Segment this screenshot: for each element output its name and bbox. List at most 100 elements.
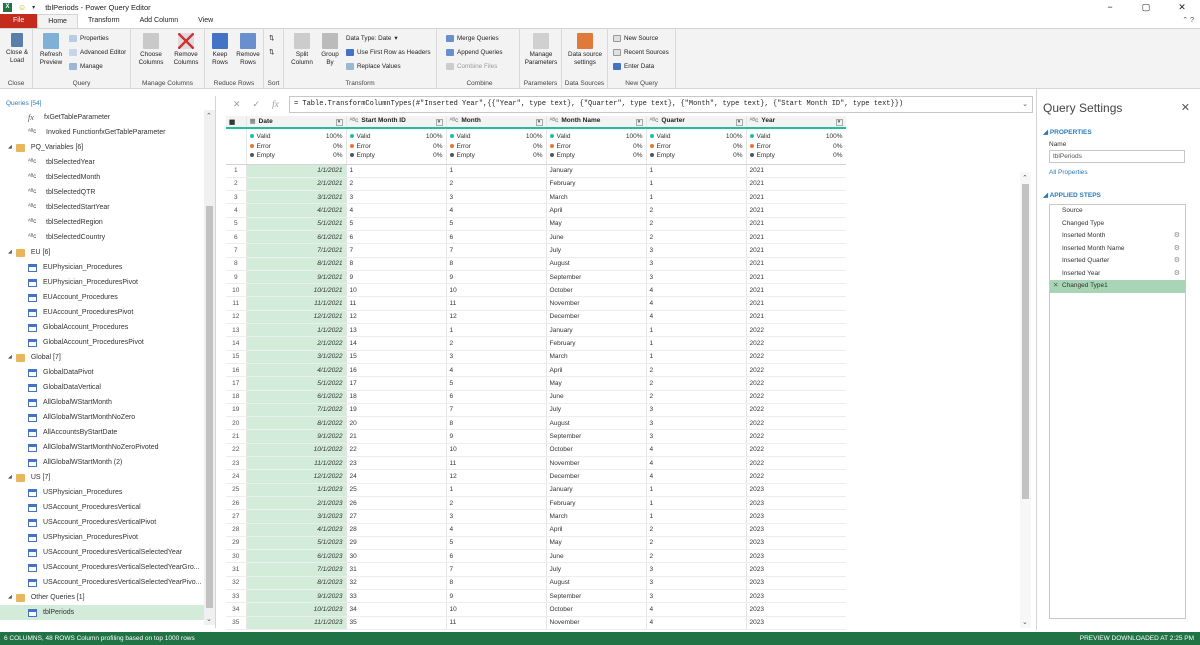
table-cell[interactable]: 9: [446, 429, 547, 444]
query-item[interactable]: USAccount_ProceduresVerticalSelectedYear: [0, 545, 204, 560]
row-number[interactable]: 17: [226, 376, 247, 391]
table-cell[interactable]: July: [546, 243, 647, 258]
table-cell[interactable]: 3: [646, 243, 747, 258]
table-cell[interactable]: 2022: [746, 429, 846, 444]
column-quality-cell[interactable]: Valid 100% Error 0% Empty 0%: [746, 128, 846, 165]
refresh-preview-button[interactable]: Refresh Preview: [37, 33, 65, 67]
table-cell[interactable]: October: [546, 283, 647, 298]
table-cell[interactable]: 20: [346, 416, 447, 431]
table-row[interactable]: 27 3/1/2023 27 3 March 1 2023: [226, 509, 846, 524]
table-cell[interactable]: 3: [346, 190, 447, 205]
table-cell[interactable]: 10: [446, 602, 547, 617]
table-cell[interactable]: March: [546, 190, 647, 205]
table-cell[interactable]: 24: [346, 469, 447, 484]
row-number[interactable]: 26: [226, 496, 247, 511]
table-cell[interactable]: 9: [346, 270, 447, 285]
split-column-button[interactable]: Split Column: [287, 33, 317, 67]
column-filter-dropdown-icon[interactable]: ▾: [435, 119, 443, 126]
table-row[interactable]: 10 10/1/2021 10 10 October 4 2021: [226, 283, 846, 298]
table-cell[interactable]: 2: [646, 363, 747, 378]
table-cell[interactable]: 2: [646, 217, 747, 231]
table-cell[interactable]: 1: [646, 190, 747, 205]
table-cell[interactable]: December: [546, 469, 647, 484]
advanced-editor-button[interactable]: Advanced Editor: [69, 49, 126, 56]
table-cell[interactable]: 2022: [746, 469, 846, 484]
table-cell[interactable]: 12/1/2022: [246, 469, 347, 484]
table-cell[interactable]: 11: [446, 616, 547, 630]
table-cell[interactable]: July: [546, 403, 647, 418]
table-cell[interactable]: 34: [346, 602, 447, 617]
column-header[interactable]: ▦ Date ▾: [246, 116, 347, 129]
table-cell[interactable]: 2021: [746, 217, 846, 231]
row-number[interactable]: 18: [226, 390, 247, 404]
table-cell[interactable]: September: [546, 270, 647, 285]
table-cell[interactable]: 3: [446, 190, 547, 205]
table-cell[interactable]: November: [546, 456, 647, 471]
remove-columns-button[interactable]: Remove Columns: [169, 33, 203, 67]
smiley-icon[interactable]: ☺: [18, 3, 26, 12]
table-cell[interactable]: 4/1/2022: [246, 363, 347, 378]
row-number[interactable]: 10: [226, 283, 247, 298]
table-cell[interactable]: April: [546, 203, 647, 218]
table-cell[interactable]: 3/1/2022: [246, 350, 347, 364]
table-cell[interactable]: 9/1/2022: [246, 429, 347, 444]
table-cell[interactable]: 7: [446, 562, 547, 577]
table-cell[interactable]: 8: [446, 416, 547, 431]
table-cell[interactable]: 2/1/2022: [246, 336, 347, 351]
grid-scroll-up-icon[interactable]: ⌃: [1022, 174, 1028, 182]
data-source-settings-button[interactable]: Data source settings: [565, 33, 605, 67]
table-cell[interactable]: 7: [446, 403, 547, 418]
table-cell[interactable]: 28: [346, 523, 447, 537]
table-cell[interactable]: 2: [646, 203, 747, 218]
column-type-icon[interactable]: ▦: [250, 118, 256, 125]
table-cell[interactable]: 3: [646, 562, 747, 577]
table-cell[interactable]: 4: [646, 456, 747, 471]
table-cell[interactable]: February: [546, 177, 647, 192]
table-row[interactable]: 4 4/1/2021 4 4 April 2 2021: [226, 203, 846, 218]
grid-scroll-thumb[interactable]: [1022, 184, 1029, 499]
tab-view[interactable]: View: [188, 14, 223, 28]
table-row[interactable]: 3 3/1/2021 3 3 March 1 2021: [226, 190, 846, 205]
table-cell[interactable]: 2022: [746, 403, 846, 418]
query-item[interactable]: USPhysician_ProceduresPivot: [0, 530, 204, 545]
row-number[interactable]: 25: [226, 483, 247, 497]
table-cell[interactable]: 10: [346, 283, 447, 298]
manage-parameters-button[interactable]: Manage Parameters: [523, 33, 559, 67]
table-cell[interactable]: June: [546, 390, 647, 404]
table-cell[interactable]: 6/1/2022: [246, 390, 347, 404]
table-cell[interactable]: March: [546, 350, 647, 364]
row-number[interactable]: 32: [226, 576, 247, 591]
query-item[interactable]: USPhysician_Procedures: [0, 485, 204, 500]
table-cell[interactable]: 1: [646, 177, 747, 192]
applied-step[interactable]: Changed Type: [1050, 218, 1185, 231]
table-cell[interactable]: 11/1/2021: [246, 296, 347, 311]
table-cell[interactable]: 14: [346, 336, 447, 351]
ribbon-collapse-icon[interactable]: ⌃ ?: [1182, 16, 1194, 24]
query-item[interactable]: USAccount_ProceduresVerticalSelectedYear…: [0, 575, 204, 590]
table-row[interactable]: 7 7/1/2021 7 7 July 3 2021: [226, 243, 846, 258]
table-row[interactable]: 5 5/1/2021 5 5 May 2 2021: [226, 217, 846, 231]
table-cell[interactable]: May: [546, 536, 647, 551]
table-cell[interactable]: 7: [446, 243, 547, 258]
replace-values-button[interactable]: Replace Values: [346, 63, 401, 70]
table-row[interactable]: 16 4/1/2022 16 4 April 2 2022: [226, 363, 846, 378]
table-row[interactable]: 24 12/1/2022 24 12 December 4 2022: [226, 469, 846, 484]
table-cell[interactable]: 7/1/2022: [246, 403, 347, 418]
table-cell[interactable]: 2: [446, 177, 547, 192]
table-row[interactable]: 9 9/1/2021 9 9 September 3 2021: [226, 270, 846, 285]
query-group[interactable]: ◢ EU [6]: [0, 245, 204, 260]
table-row[interactable]: 14 2/1/2022 14 2 February 1 2022: [226, 336, 846, 351]
row-number[interactable]: 21: [226, 429, 247, 444]
table-cell[interactable]: 4: [646, 283, 747, 298]
table-cell[interactable]: 2023: [746, 509, 846, 524]
table-row[interactable]: 26 2/1/2023 26 2 February 1 2023: [226, 496, 846, 511]
query-item[interactable]: USAccount_ProceduresVertical: [0, 500, 204, 515]
recent-sources-button[interactable]: Recent Sources: [613, 49, 669, 56]
table-cell[interactable]: 18: [346, 390, 447, 404]
table-cell[interactable]: 4: [646, 296, 747, 311]
sort-ascending-button[interactable]: ⇅: [269, 35, 274, 42]
table-cell[interactable]: 8/1/2022: [246, 416, 347, 431]
table-row[interactable]: 6 6/1/2021 6 6 June 2 2021: [226, 230, 846, 245]
table-cell[interactable]: 1: [646, 509, 747, 524]
table-cell[interactable]: June: [546, 549, 647, 564]
